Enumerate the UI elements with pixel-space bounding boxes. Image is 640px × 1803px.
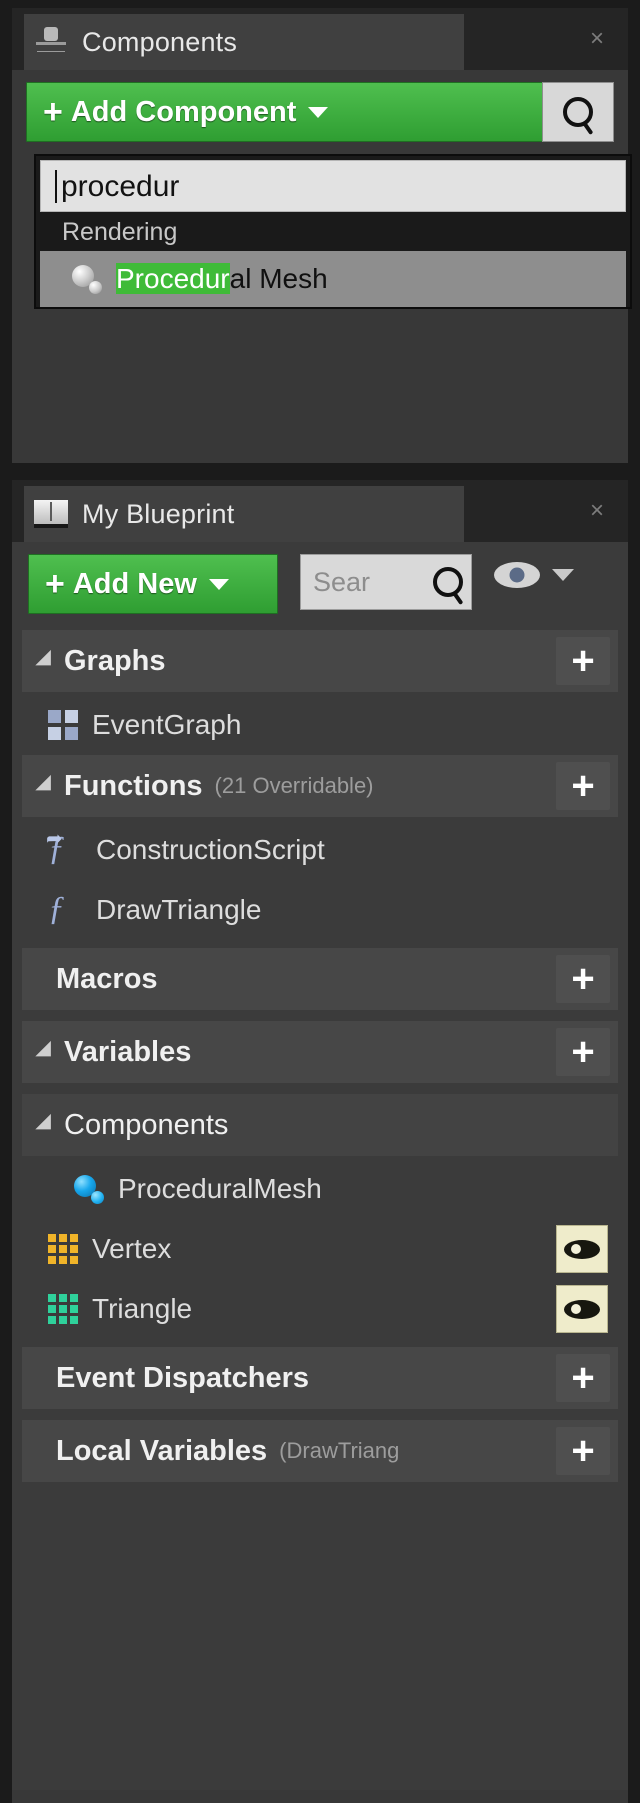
eye-icon xyxy=(564,1239,600,1259)
add-component-button[interactable]: + Add Component xyxy=(26,82,586,142)
blueprint-tree: Graphs + EventGraph Functions (21 Overri… xyxy=(22,630,618,1482)
tree-item-label: ProceduralMesh xyxy=(118,1173,322,1204)
tab-components-label: Components xyxy=(82,26,238,57)
panel-bottom-filler xyxy=(12,1790,628,1803)
chevron-down-icon xyxy=(308,106,329,118)
disclosure-triangle-icon[interactable] xyxy=(35,774,59,798)
section-local-variables-context: (DrawTriang xyxy=(279,1438,400,1463)
section-variables[interactable]: Variables + xyxy=(22,1021,618,1083)
section-event-dispatchers-label: Event Dispatchers xyxy=(56,1361,310,1394)
chevron-down-icon xyxy=(208,578,229,590)
add-local-variable-button[interactable]: + xyxy=(556,1427,610,1475)
function-icon: ƒ xyxy=(48,890,65,927)
tree-item-label: Triangle xyxy=(92,1293,193,1324)
triangle-visibility-toggle[interactable] xyxy=(556,1285,608,1333)
chevron-down-icon xyxy=(552,569,574,581)
construction-script-icon: ➦ ƒ xyxy=(46,828,65,867)
match-rest: al Mesh xyxy=(229,263,328,294)
tree-item-triangle[interactable]: Triangle xyxy=(22,1279,618,1339)
my-blueprint-panel: My Blueprint × + Add New Sear Graphs + E… xyxy=(12,480,628,1790)
close-icon[interactable]: × xyxy=(590,499,604,523)
add-new-label: Add New xyxy=(72,567,197,600)
dropdown-item-label: Procedural Mesh xyxy=(116,263,328,295)
tab-my-blueprint-label: My Blueprint xyxy=(82,498,235,529)
add-macro-button[interactable]: + xyxy=(556,955,610,1003)
components-panel-body: + Add Component procedur Rendering Proce… xyxy=(12,70,632,463)
disclosure-triangle-icon[interactable] xyxy=(35,649,59,673)
tree-item-vertex[interactable]: Vertex xyxy=(22,1219,618,1279)
tab-components[interactable]: Components xyxy=(24,14,464,70)
components-tabstrip: Components × xyxy=(12,8,628,70)
add-component-dropdown: procedur Rendering Procedural Mesh xyxy=(34,154,632,309)
add-graph-button[interactable]: + xyxy=(556,637,610,685)
my-blueprint-body: + Add New Sear Graphs + EventGraph Funct… xyxy=(12,542,628,1790)
mesh-sphere-icon xyxy=(72,264,102,294)
section-functions[interactable]: Functions (21 Overridable) + xyxy=(22,755,618,817)
dropdown-search-input[interactable]: procedur xyxy=(40,160,626,212)
tree-item-label: DrawTriangle xyxy=(96,894,262,925)
add-variable-button[interactable]: + xyxy=(556,1028,610,1076)
section-functions-overridable-count: (21 Overridable) xyxy=(214,773,374,798)
tree-item-constructionscript[interactable]: ➦ ƒ ConstructionScript xyxy=(22,820,618,880)
section-variables-label: Variables xyxy=(64,1035,192,1068)
tree-item-drawtriangle[interactable]: ƒ DrawTriangle xyxy=(22,880,618,940)
dropdown-category-rendering: Rendering xyxy=(40,212,626,251)
vertex-visibility-toggle[interactable] xyxy=(556,1225,608,1273)
plus-icon: + xyxy=(45,565,65,603)
section-event-dispatchers[interactable]: Event Dispatchers + xyxy=(22,1347,618,1409)
blueprint-search-placeholder: Sear xyxy=(313,566,371,597)
mesh-sphere-icon xyxy=(74,1174,104,1204)
tab-my-blueprint[interactable]: My Blueprint xyxy=(24,486,464,542)
array-icon-teal xyxy=(48,1294,78,1324)
eye-icon xyxy=(564,1299,600,1319)
book-icon xyxy=(34,500,68,528)
section-local-variables-label: Local Variables xyxy=(56,1434,268,1467)
add-new-button[interactable]: + Add New xyxy=(28,554,278,614)
section-macros-label: Macros xyxy=(56,962,158,995)
section-macros[interactable]: Macros + xyxy=(22,948,618,1010)
dropdown-search-value: procedur xyxy=(55,169,179,203)
blueprint-tabstrip: My Blueprint × xyxy=(12,480,628,542)
plus-icon: + xyxy=(43,93,63,131)
visibility-filter-toggle[interactable] xyxy=(494,562,574,588)
tree-item-label: EventGraph xyxy=(92,709,242,740)
components-toolbar: + Add Component xyxy=(26,82,614,142)
components-search-button[interactable] xyxy=(542,82,614,142)
section-components[interactable]: Components xyxy=(22,1094,618,1156)
visibility-eye-icon xyxy=(494,562,540,588)
section-components-label: Components xyxy=(64,1108,229,1141)
match-highlight: Procedur xyxy=(116,263,230,294)
section-graphs-label: Graphs xyxy=(64,644,166,677)
close-icon[interactable]: × xyxy=(590,27,604,51)
array-icon-yellow xyxy=(48,1234,78,1264)
blueprint-search-input[interactable]: Sear xyxy=(300,554,472,610)
components-gizmo-icon xyxy=(34,25,68,59)
section-local-variables[interactable]: Local Variables (DrawTriang + xyxy=(22,1420,618,1482)
add-event-dispatcher-button[interactable]: + xyxy=(556,1354,610,1402)
search-icon xyxy=(433,567,463,597)
dropdown-item-procedural-mesh[interactable]: Procedural Mesh xyxy=(40,251,626,307)
tree-item-eventgraph[interactable]: EventGraph xyxy=(22,695,618,755)
event-graph-icon xyxy=(48,710,78,740)
search-icon xyxy=(563,97,593,127)
add-function-button[interactable]: + xyxy=(556,762,610,810)
tree-item-proceduralmesh[interactable]: ProceduralMesh xyxy=(22,1159,618,1219)
section-functions-label: Functions xyxy=(64,769,203,802)
section-graphs[interactable]: Graphs + xyxy=(22,630,618,692)
tree-item-label: ConstructionScript xyxy=(96,834,325,865)
blueprint-toolbar: + Add New Sear xyxy=(28,554,618,614)
add-component-label: Add Component xyxy=(70,95,297,128)
disclosure-triangle-icon[interactable] xyxy=(35,1113,59,1137)
tree-item-label: Vertex xyxy=(92,1233,172,1264)
components-panel: Components × + Add Component procedur Re… xyxy=(12,8,632,463)
disclosure-triangle-icon[interactable] xyxy=(35,1040,59,1064)
